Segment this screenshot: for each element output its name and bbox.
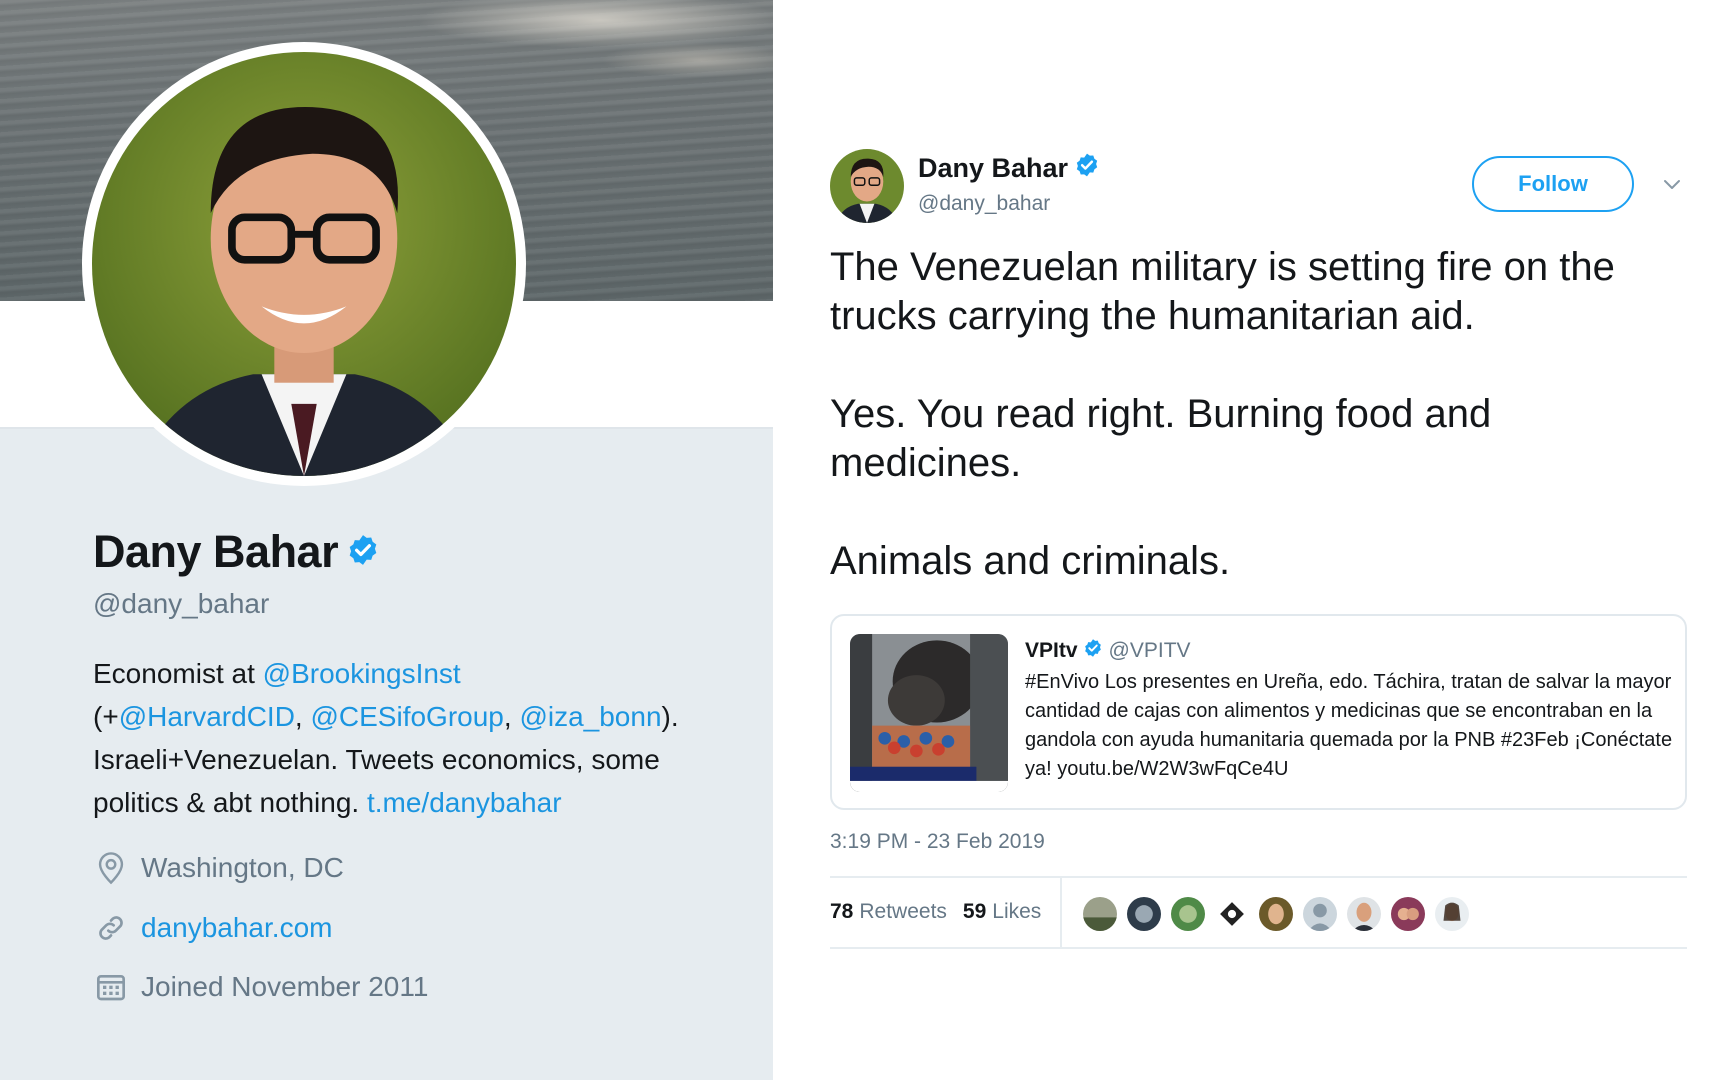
- liker-avatar[interactable]: [1389, 895, 1427, 933]
- profile-panel: Dany Bahar @dany_bahar Economist at @Bro…: [0, 0, 773, 1080]
- tweet-author-handle[interactable]: @dany_bahar: [918, 192, 1050, 216]
- verified-badge-icon: [346, 526, 380, 578]
- location-text: Washington, DC: [141, 852, 344, 883]
- bio-text: ,: [294, 701, 311, 732]
- retweets-stat[interactable]: 78 Retweets: [830, 900, 947, 924]
- website-link[interactable]: danybahar.com: [141, 912, 332, 944]
- profile-name: Dany Bahar: [93, 526, 380, 578]
- stats-divider: [1060, 878, 1062, 949]
- quoted-tweet-user[interactable]: VPItv @VPITV: [1025, 638, 1191, 664]
- tweet-author-name[interactable]: Dany Bahar: [918, 152, 1100, 185]
- video-thumbnail-image: [850, 634, 1008, 792]
- chevron-down-icon[interactable]: [1660, 172, 1684, 196]
- liker-avatar[interactable]: [1125, 895, 1163, 933]
- profile-name-text: Dany Bahar: [93, 526, 339, 577]
- liker-avatar[interactable]: [1433, 895, 1471, 933]
- quoted-tweet-card[interactable]: VPItv @VPITV #EnVivo Los presentes en Ur…: [830, 614, 1687, 810]
- tweet-panel: Dany Bahar @dany_bahar Follow The Venezu…: [773, 0, 1733, 1080]
- bio-text: ).: [661, 701, 679, 732]
- likes-count: 59: [962, 900, 987, 923]
- profile-joined: Joined November 2011: [93, 969, 428, 1005]
- likes-label: Likes: [992, 900, 1042, 923]
- link-icon: [93, 910, 129, 946]
- tweet-timestamp[interactable]: 3:19 PM - 23 Feb 2019: [830, 830, 1045, 854]
- location-pin-icon: [93, 850, 129, 886]
- quoted-tweet-thumbnail[interactable]: [850, 634, 1008, 792]
- retweets-label: Retweets: [859, 900, 947, 923]
- liker-avatar[interactable]: [1169, 895, 1207, 933]
- stats-counts: 78 Retweets 59 Likes: [830, 900, 1057, 924]
- quoted-tweet-handle: @VPITV: [1108, 639, 1191, 662]
- profile-bio: Economist at @BrookingsInst (+@HarvardCI…: [93, 652, 733, 824]
- liker-avatar[interactable]: [1301, 895, 1339, 933]
- profile-location: Washington, DC: [93, 850, 344, 886]
- verified-badge-icon: [1074, 152, 1100, 185]
- quoted-tweet-text: #EnVivo Los presentes en Ureña, edo. Tác…: [1025, 671, 1673, 780]
- avatar-photo: [830, 149, 904, 223]
- bio-text: Economist at: [93, 658, 263, 689]
- verified-badge-icon: [1083, 638, 1103, 664]
- avatar-photo: [92, 52, 516, 476]
- tweet-author-name-text: Dany Bahar: [918, 153, 1069, 183]
- bio-text: (+: [93, 701, 119, 732]
- liker-avatar[interactable]: [1257, 895, 1295, 933]
- liker-avatar[interactable]: [1081, 895, 1119, 933]
- tweet-author-avatar[interactable]: [830, 149, 904, 223]
- follow-button[interactable]: Follow: [1472, 156, 1634, 212]
- retweets-count: 78: [830, 900, 854, 923]
- likers-avatars: [1081, 895, 1477, 933]
- bio-link-iza[interactable]: @iza_bonn: [519, 701, 661, 732]
- joined-text: Joined November 2011: [141, 971, 429, 1002]
- likes-stat[interactable]: 59 Likes: [963, 900, 1041, 924]
- quoted-tweet-name: VPItv: [1025, 639, 1078, 662]
- bio-link-brookings[interactable]: @BrookingsInst: [263, 658, 461, 689]
- profile-website[interactable]: danybahar.com: [93, 910, 332, 946]
- calendar-icon: [93, 969, 129, 1005]
- tweet-stats: 78 Retweets 59 Likes: [830, 876, 1687, 949]
- liker-avatar[interactable]: [1345, 895, 1383, 933]
- profile-handle: @dany_bahar: [93, 588, 270, 619]
- profile-avatar[interactable]: [82, 42, 526, 486]
- bio-link-telegram[interactable]: t.me/danybahar: [367, 787, 562, 818]
- liker-avatar[interactable]: [1213, 895, 1251, 933]
- bio-link-harvard[interactable]: @HarvardCID: [119, 701, 295, 732]
- bio-link-cesifo[interactable]: @CESifoGroup: [310, 701, 503, 732]
- bio-text: ,: [503, 701, 520, 732]
- tweet-text: The Venezuelan military is setting fire …: [830, 245, 1615, 583]
